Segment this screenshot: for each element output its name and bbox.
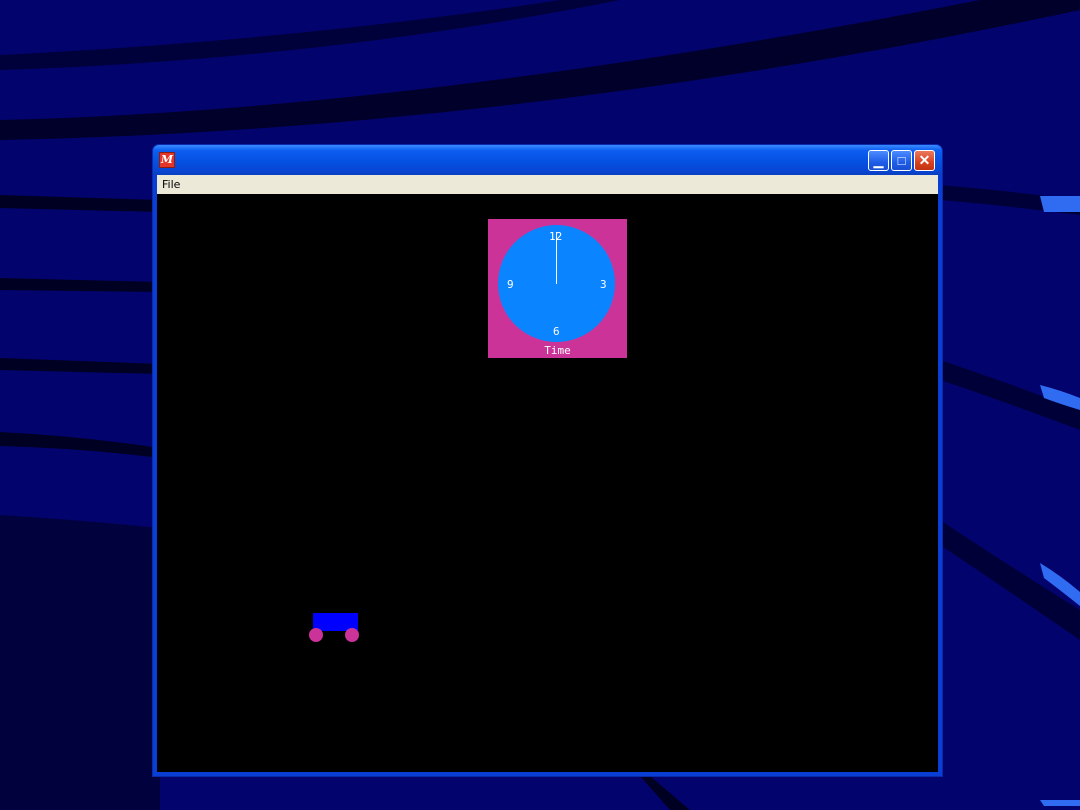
app-window: M ▁ □ ✕ File 12 3 6 9 Time <box>153 145 942 776</box>
maximize-button[interactable]: □ <box>891 150 912 171</box>
cart-sprite <box>309 613 361 647</box>
clock-number-6: 6 <box>553 325 560 338</box>
maximize-icon: □ <box>897 153 906 168</box>
menu-bar: File <box>157 175 938 194</box>
clock-hand <box>556 232 557 284</box>
close-icon: ✕ <box>918 152 931 168</box>
clock-widget: 12 3 6 9 Time <box>488 219 627 358</box>
clock-number-3: 3 <box>600 278 607 291</box>
clock-face: 12 3 6 9 <box>498 225 615 342</box>
cart-wheel-right <box>345 628 359 642</box>
minimize-button[interactable]: ▁ <box>868 150 889 171</box>
canvas-area[interactable]: 12 3 6 9 Time <box>157 194 938 772</box>
clock-number-9: 9 <box>507 278 514 291</box>
minimize-icon: ▁ <box>873 153 884 168</box>
cart-wheel-left <box>309 628 323 642</box>
title-bar[interactable]: M ▁ □ ✕ <box>153 145 942 175</box>
clock-label: Time <box>544 344 571 357</box>
menu-file[interactable]: File <box>162 178 180 191</box>
app-icon[interactable]: M <box>159 152 175 168</box>
close-button[interactable]: ✕ <box>914 150 935 171</box>
